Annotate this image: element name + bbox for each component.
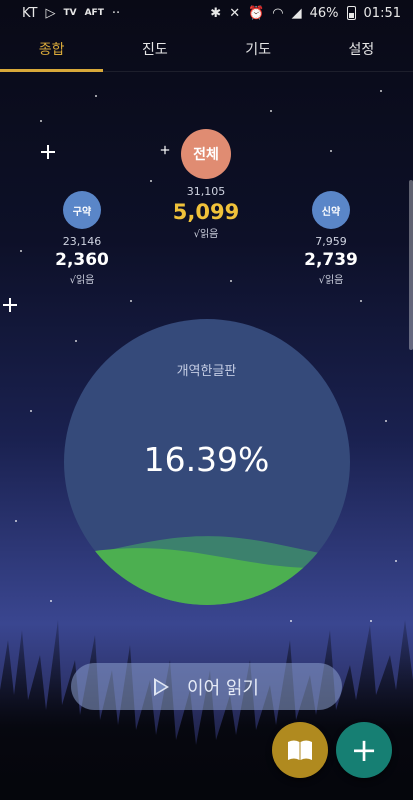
scrollbar[interactable] xyxy=(409,180,413,350)
mute-icon: ✕ xyxy=(229,5,241,21)
bible-book-button[interactable] xyxy=(272,722,328,778)
clock: 01:51 xyxy=(363,5,401,21)
total-verse-count: 31,105 xyxy=(186,185,226,198)
old-testament-read-label: √읽음 xyxy=(69,275,95,286)
tab-progress[interactable]: 진도 xyxy=(103,26,206,71)
total-read-label: √읽음 xyxy=(193,229,219,240)
battery-icon xyxy=(346,6,356,20)
old-testament-read-count: 2,360 xyxy=(55,250,109,270)
signal-icon: ◢ xyxy=(291,5,302,21)
continue-reading-label: 이어 읽기 xyxy=(187,677,259,699)
alarm-icon: ⏰ xyxy=(248,5,265,21)
tab-prayer[interactable]: 기도 xyxy=(207,26,310,71)
wifi-icon: ◠ xyxy=(272,5,284,21)
bluetooth-icon: ✱ xyxy=(210,5,222,21)
carrier-label: KT xyxy=(22,5,38,21)
new-testament-stat: 신약 7,959 2,739 √읽음 xyxy=(291,191,371,286)
total-stat: 전체 31,105 5,099 √읽음 xyxy=(156,129,256,240)
book-icon xyxy=(288,740,312,760)
play-icon xyxy=(154,677,170,696)
translation-label: 개역한글판 xyxy=(176,364,237,379)
new-testament-verse-count: 7,959 xyxy=(315,235,347,248)
status-bar: KT ▷ TV AFT ·· ✱ ✕ ⏰ ◠ ◢ 46% 01:51 xyxy=(0,0,413,26)
total-badge: 전체 xyxy=(181,129,231,179)
old-testament-verse-count: 23,146 xyxy=(62,235,102,248)
aft-icon: AFT xyxy=(84,8,104,18)
battery-percent: 46% xyxy=(309,5,339,21)
tab-bar: 종합 진도 기도 설정 xyxy=(0,26,413,72)
total-read-count: 5,099 xyxy=(172,200,240,224)
continue-reading-button[interactable]: 이어 읽기 xyxy=(71,663,342,710)
add-button[interactable]: + xyxy=(336,722,392,778)
plus-icon: + xyxy=(350,731,378,769)
new-testament-read-label: √읽음 xyxy=(318,275,344,286)
tv-icon: TV xyxy=(63,8,77,18)
play-store-icon: ▷ xyxy=(45,5,56,21)
tab-settings[interactable]: 설정 xyxy=(310,26,413,71)
old-testament-badge: 구약 xyxy=(63,191,101,229)
new-testament-read-count: 2,739 xyxy=(304,250,358,270)
more-notifications-icon: ·· xyxy=(111,5,121,21)
old-testament-stat: 구약 23,146 2,360 √읽음 xyxy=(42,191,122,286)
tab-summary[interactable]: 종합 xyxy=(0,26,104,72)
new-testament-badge: 신약 xyxy=(312,191,350,229)
progress-percent: 16.39% xyxy=(143,440,270,479)
